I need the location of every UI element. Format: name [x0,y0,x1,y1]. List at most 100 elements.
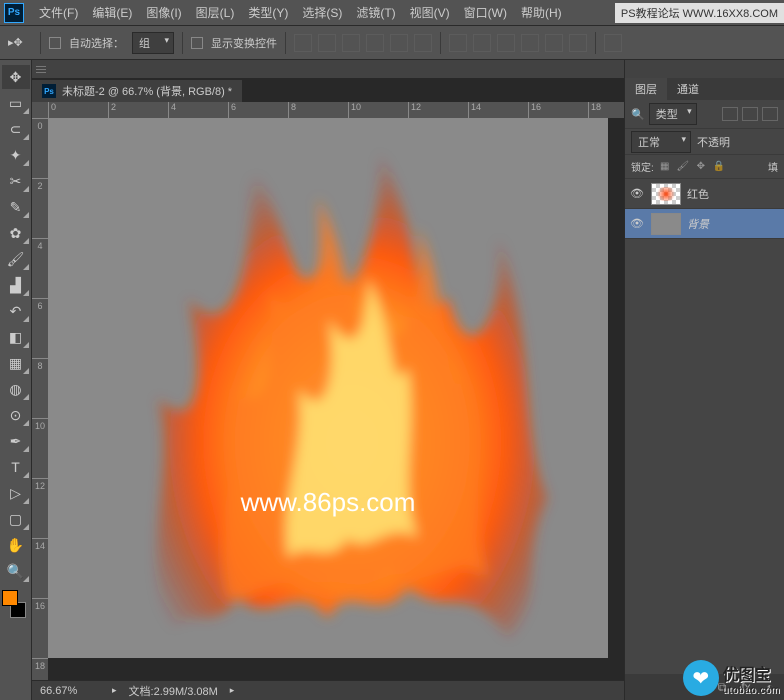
layer-thumbnail[interactable] [651,183,681,205]
doc-taskbar [32,60,624,78]
dodge-tool[interactable]: ⊙ [2,403,30,427]
menu-edit[interactable]: 编辑(E) [85,1,139,24]
lock-all-icon[interactable]: 🔒 [712,160,726,174]
panel-tabs: 图层 通道 [625,78,784,100]
info-menu-icon[interactable]: ▸ [230,685,235,696]
filter-search-icon[interactable]: 🔍 [631,108,645,121]
crop-tool[interactable]: ✂ [2,169,30,193]
menu-type[interactable]: 类型(Y) [241,1,295,24]
menu-file[interactable]: 文件(F) [32,1,85,24]
auto-select-checkbox[interactable] [49,37,61,49]
layer-name[interactable]: 背景 [687,216,709,232]
layer-thumbnail[interactable] [651,213,681,235]
distribute-hcenter-icon[interactable] [545,34,563,52]
align-bottom-icon[interactable] [342,34,360,52]
ruler-vertical[interactable]: 024681012141618 [32,118,48,680]
lock-label: 锁定: [631,159,654,174]
site-watermark: PS教程论坛 WWW.16XX8.COM [615,3,784,23]
canvas-viewport[interactable]: www.86ps.com [48,118,624,660]
align-vcenter-icon[interactable] [318,34,336,52]
distribute-left-icon[interactable] [521,34,539,52]
path-selection-tool[interactable]: ▷ [2,481,30,505]
document-tab[interactable]: Ps 未标题-2 @ 66.7% (背景, RGB/8) * [32,80,242,102]
color-swatches[interactable] [0,590,28,618]
filter-type-icon[interactable] [762,107,778,121]
gradient-tool[interactable]: ▦ [2,351,30,375]
menu-window[interactable]: 窗口(W) [457,1,514,24]
pen-tool[interactable]: ✒ [2,429,30,453]
show-transform-label: 显示变换控件 [211,35,277,51]
zoom-tool[interactable]: 🔍 [2,559,30,583]
distribute-group [449,34,587,52]
distribute-bottom-icon[interactable] [497,34,515,52]
fill-label: 填 [768,159,778,174]
panel-grip-icon[interactable] [32,60,52,78]
magic-wand-tool[interactable]: ✦ [2,143,30,167]
brand-name-en: utobao.com [723,685,780,696]
ps-doc-icon: Ps [42,84,56,98]
menu-select[interactable]: 选择(S) [295,1,349,24]
align-right-icon[interactable] [414,34,432,52]
auto-align-icon[interactable] [604,34,622,52]
menu-filter[interactable]: 滤镜(T) [349,1,402,24]
lock-position-icon[interactable]: ✥ [694,160,708,174]
align-left-icon[interactable] [366,34,384,52]
filter-adjust-icon[interactable] [742,107,758,121]
clone-stamp-tool[interactable]: ▟ [2,273,30,297]
foreground-swatch[interactable] [2,590,18,606]
layer-row[interactable]: 👁 红色 [625,179,784,209]
marquee-tool[interactable]: ▭ [2,91,30,115]
history-brush-tool[interactable]: ↶ [2,299,30,323]
tab-layers[interactable]: 图层 [625,78,667,100]
menu-layer[interactable]: 图层(L) [189,1,242,24]
blend-mode-dropdown[interactable]: 正常 [631,131,691,153]
opacity-label: 不透明 [697,134,730,150]
hand-tool[interactable]: ✋ [2,533,30,557]
show-transform-checkbox[interactable] [191,37,203,49]
brush-tool[interactable]: 🖌 [2,247,30,271]
blend-row: 正常 不透明 [625,128,784,154]
move-tool[interactable]: ✥ [2,65,30,89]
canvas-watermark: www.86ps.com [241,487,416,518]
distribute-vcenter-icon[interactable] [473,34,491,52]
lock-pixels-icon[interactable]: 🖌 [676,160,690,174]
layer-row[interactable]: 👁 背景 [625,209,784,239]
visibility-eye-icon[interactable]: 👁 [629,217,645,230]
zoom-level[interactable]: 66.67% [40,685,100,697]
align-hcenter-icon[interactable] [390,34,408,52]
blur-tool[interactable]: ◍ [2,377,30,401]
flame-artwork [48,118,608,658]
options-bar: ▸✥ 自动选择： 组 显示变换控件 [0,26,784,60]
separator [595,32,596,54]
distribute-top-icon[interactable] [449,34,467,52]
visibility-eye-icon[interactable]: 👁 [629,187,645,200]
menu-image[interactable]: 图像(I) [139,1,188,24]
ruler-horizontal[interactable]: 0246810121416182022242628 [48,102,624,118]
zoom-menu-icon[interactable]: ▸ [112,685,117,696]
panels-column: 图层 通道 🔍 类型 正常 不透明 锁定: ▦ 🖌 ✥ 🔒 填 👁 [624,60,784,700]
tab-channels[interactable]: 通道 [667,78,709,100]
toolbox: ✥ ▭ ⊂ ✦ ✂ ✎ ✿ 🖌 ▟ ↶ ◧ ▦ ◍ ⊙ ✒ T ▷ ▢ ✋ 🔍 [0,60,32,700]
lock-transparency-icon[interactable]: ▦ [658,160,672,174]
artboard: www.86ps.com [48,118,608,658]
distribute-right-icon[interactable] [569,34,587,52]
healing-brush-tool[interactable]: ✿ [2,221,30,245]
layer-name[interactable]: 红色 [687,186,709,202]
lasso-tool[interactable]: ⊂ [2,117,30,141]
type-tool[interactable]: T [2,455,30,479]
menu-view[interactable]: 视图(V) [403,1,457,24]
rectangle-tool[interactable]: ▢ [2,507,30,531]
align-top-icon[interactable] [294,34,312,52]
eraser-tool[interactable]: ◧ [2,325,30,349]
filter-pixel-icon[interactable] [722,107,738,121]
move-tool-icon[interactable]: ▸✥ [8,33,32,53]
document-area: Ps 未标题-2 @ 66.7% (背景, RGB/8) * 024681012… [32,60,624,700]
ruler-origin[interactable] [32,102,48,118]
filter-type-dropdown[interactable]: 类型 [649,103,697,125]
auto-select-target-dropdown[interactable]: 组 [132,32,174,54]
eyedropper-tool[interactable]: ✎ [2,195,30,219]
separator [440,32,441,54]
ps-logo-icon: Ps [4,3,24,23]
separator [40,32,41,54]
menu-help[interactable]: 帮助(H) [514,1,569,24]
